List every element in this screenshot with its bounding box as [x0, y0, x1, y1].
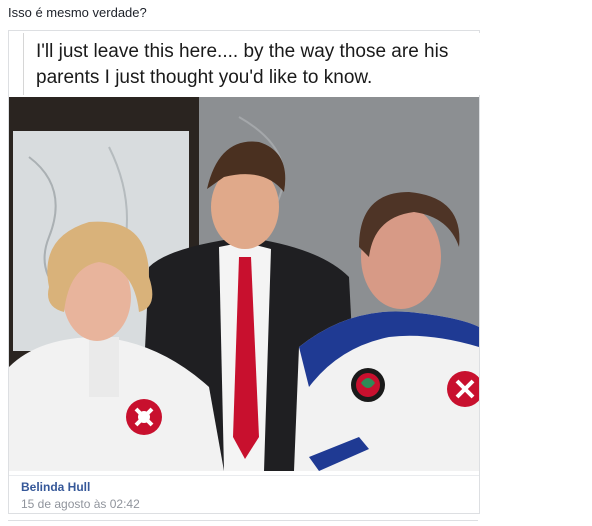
card-divider	[9, 475, 479, 476]
shared-photo[interactable]	[9, 97, 479, 471]
caption-line-2: parents I just thought you'd like to kno…	[36, 67, 373, 88]
author-link[interactable]: Belinda Hull	[21, 480, 90, 494]
post-text: Isso é mesmo verdade?	[8, 5, 147, 20]
shared-post-card[interactable]: I'll just leave this here.... by the way…	[8, 30, 480, 514]
photo-illustration	[9, 97, 479, 471]
shared-caption: I'll just leave this here.... by the way…	[23, 33, 480, 95]
post-timestamp[interactable]: 15 de agosto às 02:42	[21, 497, 140, 511]
caption-text: I'll just leave this here.... by the way…	[36, 39, 480, 91]
caption-line-1: I'll just leave this here.... by the way…	[36, 41, 449, 62]
footer-divider	[8, 520, 478, 521]
